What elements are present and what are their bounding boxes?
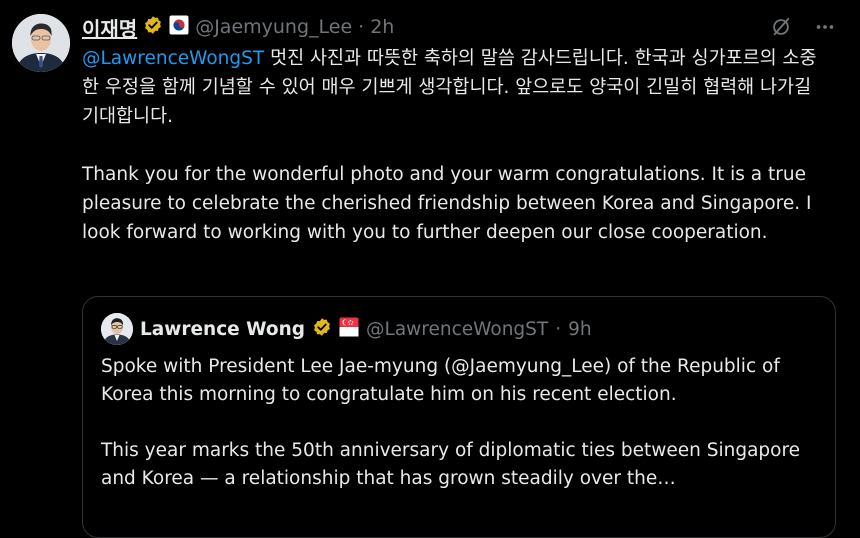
more-icon[interactable] bbox=[812, 14, 838, 40]
mention-link[interactable]: @LawrenceWongST bbox=[82, 48, 264, 69]
quoted-tweet[interactable]: Lawrence Wong @LawrenceWongST · 9h Spoke… bbox=[82, 296, 836, 538]
tweet-header: 이재명 @Jaemyung_Lee · 2h bbox=[82, 12, 394, 42]
quoted-paragraph-2: This year marks the 50th anniversary of … bbox=[101, 440, 801, 489]
government-badge-icon bbox=[169, 15, 189, 39]
tweet-text-korean: @LawrenceWongST 멋진 사진과 따뜻한 축하의 말씀 감사드립니다… bbox=[82, 44, 828, 131]
tweet-text-english: Thank you for the wonderful photo and yo… bbox=[82, 164, 818, 243]
tweet-text: @LawrenceWongST 멋진 사진과 따뜻한 축하의 말씀 감사드립니다… bbox=[82, 44, 828, 247]
quoted-author-avatar[interactable] bbox=[101, 313, 133, 345]
quoted-avatar-photo bbox=[101, 313, 133, 345]
tweet-actions bbox=[768, 14, 838, 40]
author-handle[interactable]: @Jaemyung_Lee bbox=[195, 16, 352, 38]
quoted-timestamp[interactable]: 9h bbox=[568, 319, 592, 340]
tweet[interactable]: 이재명 @Jaemyung_Lee · 2h @LawrenceWongST 멋… bbox=[0, 0, 860, 538]
verified-badge-icon bbox=[143, 15, 163, 39]
grok-icon[interactable] bbox=[768, 14, 794, 40]
quoted-author-name[interactable]: Lawrence Wong bbox=[140, 319, 305, 340]
quoted-tweet-text: Spoke with President Lee Jae-myung (@Jae… bbox=[101, 353, 817, 493]
separator-dot: · bbox=[358, 16, 365, 38]
quoted-government-badge-icon bbox=[339, 317, 359, 341]
quoted-tweet-header: Lawrence Wong @LawrenceWongST · 9h bbox=[101, 313, 592, 345]
quoted-verified-badge-icon bbox=[312, 317, 332, 341]
author-display-name[interactable]: 이재명 bbox=[82, 13, 137, 42]
author-avatar[interactable] bbox=[12, 14, 70, 72]
quoted-author-handle[interactable]: @LawrenceWongST bbox=[366, 319, 548, 340]
quoted-separator-dot: · bbox=[555, 318, 562, 340]
timestamp[interactable]: 2h bbox=[370, 16, 394, 38]
author-avatar-photo bbox=[12, 14, 70, 72]
quoted-paragraph-1: Spoke with President Lee Jae-myung (@Jae… bbox=[101, 356, 780, 405]
